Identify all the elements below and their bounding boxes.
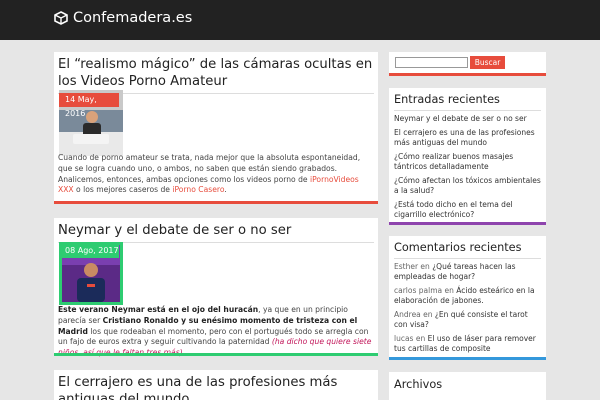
widget-title: Comentarios recientes	[394, 241, 522, 254]
comment-sep: en	[442, 286, 457, 295]
search-button[interactable]: Buscar	[470, 56, 505, 69]
site-header: Confemadera.es	[0, 0, 600, 40]
widget-accent-bar	[389, 222, 546, 225]
post-card: El cerrajero es una de las profesiones m…	[54, 370, 378, 400]
comment-sep: en	[413, 334, 428, 343]
widget-accent-bar	[389, 73, 546, 76]
divider	[394, 110, 541, 111]
search-input[interactable]	[395, 57, 468, 68]
recent-post-link[interactable]: El cerrajero es una de las profesiones m…	[394, 128, 541, 148]
widget-title: Entradas recientes	[394, 93, 500, 106]
comment-sep: en	[418, 262, 433, 271]
comment-item: Esther en ¿Qué tareas hacen las empleada…	[394, 262, 541, 282]
excerpt-bold: Este verano Neymar está en el ojo del hu…	[58, 305, 259, 314]
post-card: El “realismo mágico” de las cámaras ocul…	[54, 52, 378, 204]
post-title[interactable]: Neymar y el debate de ser o no ser	[54, 218, 378, 239]
site-title[interactable]: Confemadera.es	[73, 10, 192, 26]
comment-item: Andrea en ¿En qué consiste el tarot con …	[394, 310, 541, 330]
post-accent-bar	[54, 201, 378, 204]
comment-author[interactable]: Andrea	[394, 310, 421, 319]
post-title[interactable]: El “realismo mágico” de las cámaras ocul…	[54, 52, 378, 90]
recent-comments-list: Esther en ¿Qué tareas hacen las empleada…	[389, 262, 546, 354]
comment-author[interactable]: Esther	[394, 262, 418, 271]
comment-item: carlos palma en Ácido esteárico en la el…	[394, 286, 541, 306]
post-excerpt: Cuando de porno amateur se trata, nada m…	[54, 153, 378, 196]
excerpt-text: o los mejores caseros de	[73, 185, 173, 195]
recent-post-link[interactable]: Neymar y el debate de ser o no ser	[394, 114, 541, 124]
search-widget: Buscar	[389, 52, 546, 76]
post-date-badge: 14 May, 2016	[59, 93, 119, 118]
widget-accent-bar	[389, 357, 546, 360]
post-accent-bar	[54, 353, 378, 356]
recent-post-link[interactable]: ¿Cómo afectan los tóxicos ambientales a …	[394, 176, 541, 196]
recent-post-link[interactable]: ¿Cómo realizar buenos masajes tántricos …	[394, 152, 541, 172]
recent-posts-widget: Entradas recientes Neymar y el debate de…	[389, 88, 546, 225]
widget-title: Archivos	[394, 378, 443, 391]
post-card: Neymar y el debate de ser o no ser 08 Ag…	[54, 218, 378, 359]
excerpt-link[interactable]: iPorno Casero	[172, 185, 224, 194]
comment-item: lucas en El uso de láser para remover tu…	[394, 334, 541, 354]
recent-posts-list: Neymar y el debate de ser o no ser El ce…	[389, 114, 546, 220]
archives-widget: Archivos	[389, 372, 546, 400]
cube-icon	[54, 11, 68, 25]
comment-author[interactable]: lucas	[394, 334, 413, 343]
post-title[interactable]: El cerrajero es una de las profesiones m…	[54, 370, 378, 400]
comment-sep: en	[420, 310, 435, 319]
post-date-badge: 08 Ago, 2017	[59, 244, 119, 258]
recent-post-link[interactable]: ¿Está todo dicho en el tema del cigarril…	[394, 200, 541, 220]
recent-comments-widget: Comentarios recientes Esther en ¿Qué tar…	[389, 236, 546, 360]
divider	[394, 258, 541, 259]
post-excerpt: Este verano Neymar está en el ojo del hu…	[54, 305, 378, 359]
excerpt-text: .	[224, 185, 227, 195]
site-brand[interactable]: Confemadera.es	[54, 10, 192, 26]
comment-author[interactable]: carlos palma	[394, 286, 442, 295]
